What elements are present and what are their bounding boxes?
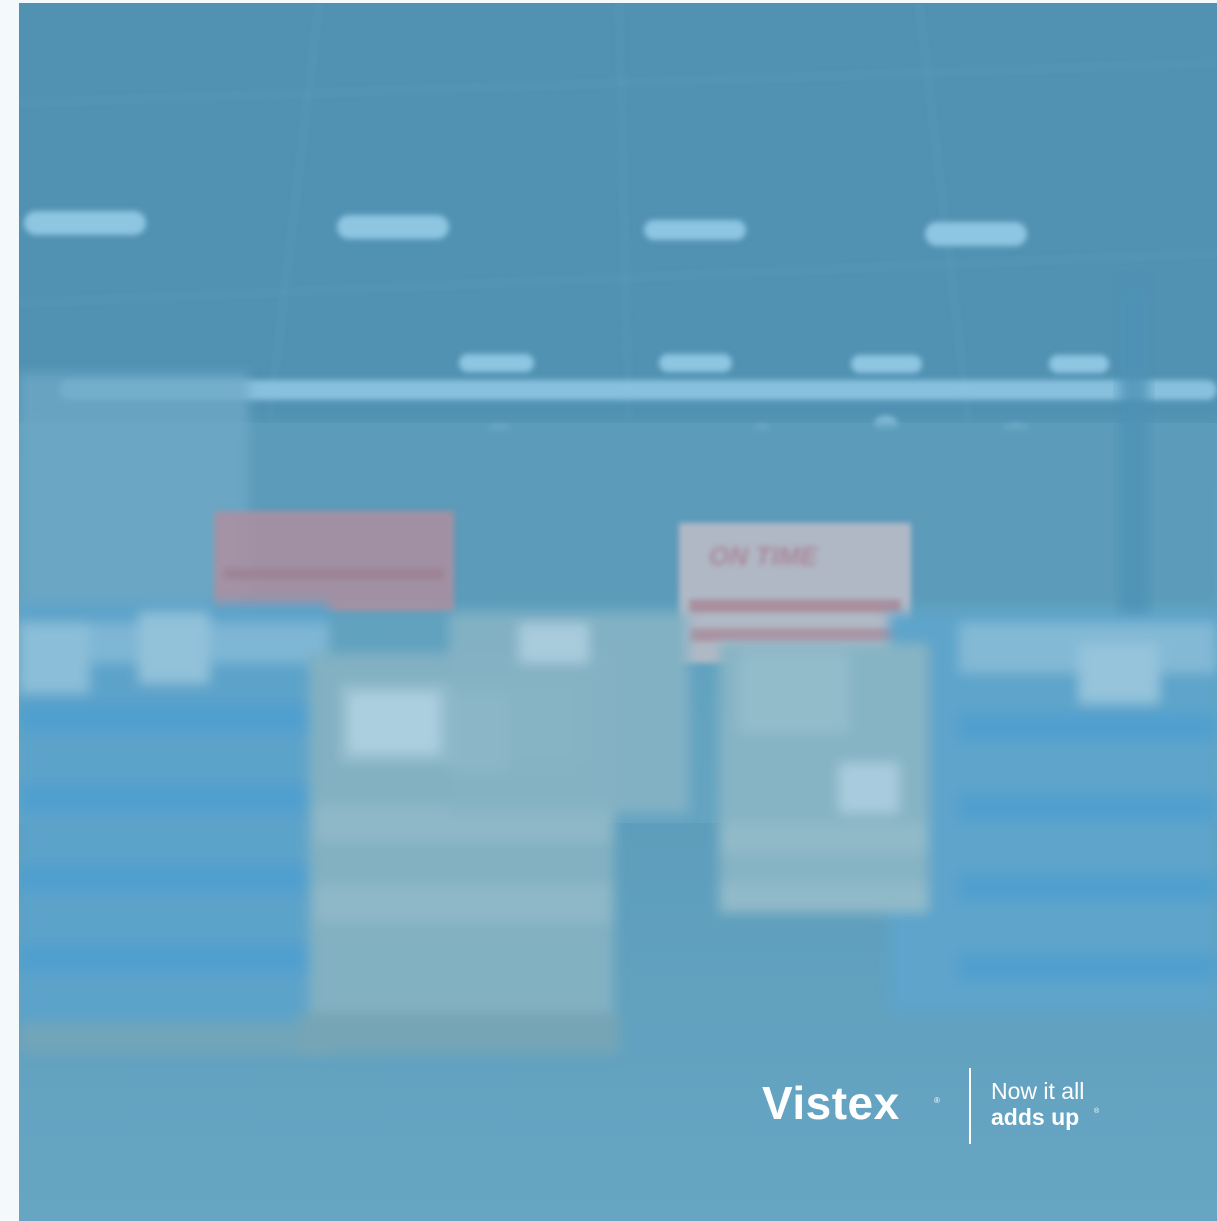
warehouse-photo: ON TIME	[19, 3, 1217, 1221]
background-image: ON TIME Vistex ® Now it all adds up ®	[19, 3, 1217, 1221]
vistex-logo: Vistex ® Now it all adds up ®	[762, 1066, 1122, 1146]
tagline-line2: adds up	[991, 1104, 1080, 1130]
tagline-line1: Now it all	[991, 1078, 1085, 1104]
logo-divider	[969, 1068, 971, 1144]
tagline-registered-mark: ®	[1094, 1108, 1100, 1115]
brand-registered-mark: ®	[934, 1096, 940, 1105]
brand-name: Vistex	[762, 1077, 900, 1129]
